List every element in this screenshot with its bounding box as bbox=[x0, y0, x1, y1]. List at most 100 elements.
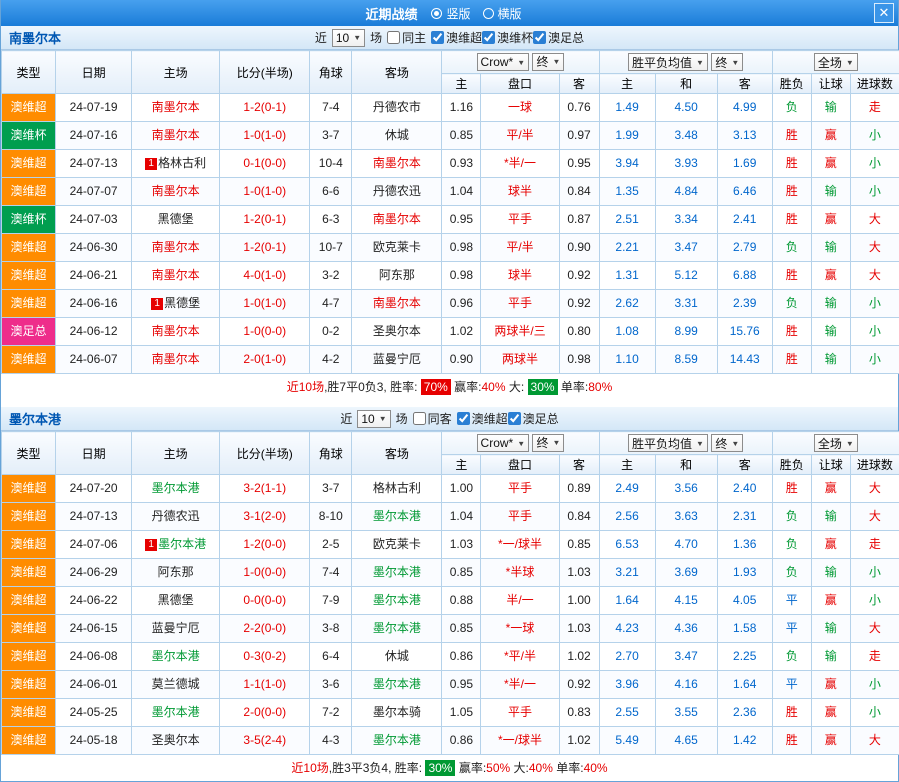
handicap-result-cell: 输 bbox=[811, 615, 850, 643]
away-team-cell: 墨尔本骑 bbox=[352, 699, 442, 727]
home-team-cell: 墨尔本港 bbox=[132, 643, 220, 671]
same-venue-checkbox-input[interactable] bbox=[387, 31, 400, 44]
home-odds-cell: 0.98 bbox=[442, 262, 481, 290]
league-checkbox[interactable]: 澳维超 bbox=[457, 410, 508, 427]
home-odds-cell: 0.85 bbox=[442, 122, 481, 150]
scope-select[interactable]: 全场▼ bbox=[814, 434, 858, 452]
recent-count-select[interactable]: 10▼ bbox=[332, 29, 365, 47]
home-odds-cell: 0.85 bbox=[442, 615, 481, 643]
odds-source-select[interactable]: Crow*▼ bbox=[477, 53, 530, 71]
avg-home-cell: 3.96 bbox=[599, 671, 655, 699]
handicap-cell: 平/半 bbox=[481, 234, 559, 262]
home-odds-cell: 1.16 bbox=[442, 94, 481, 122]
date-cell: 24-06-15 bbox=[56, 615, 132, 643]
handicap-cell: 平手 bbox=[481, 699, 559, 727]
handicap-cell: 平手 bbox=[481, 503, 559, 531]
recent-results-window: 近期战绩 竖版 横版 ✕ 南墨尔本 近 10▼ 场 同主 澳维超澳维杯澳足总 bbox=[0, 0, 899, 782]
home-odds-cell: 1.02 bbox=[442, 318, 481, 346]
table-header-controls-row: 类型 日期 主场 比分(半场) 角球 客场 Crow*▼ 终▼ 胜平负均值▼ 终… bbox=[2, 432, 899, 455]
avg-final-select[interactable]: 终▼ bbox=[711, 53, 743, 71]
league-type-cell: 澳维超 bbox=[2, 150, 56, 178]
summary-segment: 大: bbox=[510, 761, 529, 775]
same-venue-checkbox[interactable]: 同主 bbox=[387, 29, 426, 46]
league-checkbox-input[interactable] bbox=[457, 412, 470, 425]
same-venue-checkbox-input[interactable] bbox=[413, 412, 426, 425]
odds-final-select[interactable]: 终▼ bbox=[532, 434, 564, 452]
avg-draw-cell: 3.93 bbox=[655, 150, 717, 178]
away-odds-cell: 0.76 bbox=[559, 94, 599, 122]
corner-cell: 3-6 bbox=[310, 671, 352, 699]
score-cell: 1-0(0-0) bbox=[220, 318, 310, 346]
goals-result-cell: 小 bbox=[850, 178, 899, 206]
league-checkbox-input[interactable] bbox=[431, 31, 444, 44]
col-handicap: 盘口 bbox=[481, 455, 559, 475]
score-cell: 1-0(1-0) bbox=[220, 122, 310, 150]
summary-segment: 单率: bbox=[553, 761, 584, 775]
home-odds-cell: 1.04 bbox=[442, 178, 481, 206]
score-cell: 1-2(0-1) bbox=[220, 206, 310, 234]
league-type-cell: 澳维超 bbox=[2, 346, 56, 374]
league-checkbox-input[interactable] bbox=[482, 31, 495, 44]
team-name-text: 墨尔本港 bbox=[152, 481, 200, 495]
team-name-text: 墨尔本港 bbox=[158, 537, 206, 551]
col-score: 比分(半场) bbox=[220, 51, 310, 94]
close-button[interactable]: ✕ bbox=[874, 3, 894, 23]
score-cell: 1-2(0-1) bbox=[220, 234, 310, 262]
goals-result-cell: 小 bbox=[850, 671, 899, 699]
away-odds-cell: 0.95 bbox=[559, 150, 599, 178]
avg-home-cell: 4.23 bbox=[599, 615, 655, 643]
summary-line: 近10场,胜7平0负3, 胜率: 70% 赢率:40% 大: 30% 单率:80… bbox=[1, 374, 898, 400]
goals-result-cell: 大 bbox=[850, 503, 899, 531]
league-type-cell: 澳维杯 bbox=[2, 122, 56, 150]
scope-select[interactable]: 全场▼ bbox=[814, 53, 858, 71]
avg-home-cell: 1.49 bbox=[599, 94, 655, 122]
avg-away-cell: 1.69 bbox=[717, 150, 772, 178]
league-checkbox[interactable]: 澳维超 bbox=[431, 29, 482, 46]
score-cell: 2-2(0-0) bbox=[220, 615, 310, 643]
odds-final-select[interactable]: 终▼ bbox=[532, 53, 564, 71]
avg-away-cell: 2.40 bbox=[717, 475, 772, 503]
league-checkbox[interactable]: 澳足总 bbox=[508, 410, 559, 427]
league-checkbox-input[interactable] bbox=[533, 31, 546, 44]
corner-cell: 3-7 bbox=[310, 122, 352, 150]
wdl-result-cell: 负 bbox=[772, 234, 811, 262]
team-name-text: 圣奥尔本 bbox=[152, 733, 200, 747]
away-team-cell: 墨尔本港 bbox=[352, 503, 442, 531]
recent-count-select[interactable]: 10▼ bbox=[357, 410, 390, 428]
date-cell: 24-07-16 bbox=[56, 122, 132, 150]
goals-result-cell: 走 bbox=[850, 643, 899, 671]
home-team-cell: 墨尔本港 bbox=[132, 699, 220, 727]
league-filter-group: 澳维超澳足总 bbox=[457, 410, 559, 428]
away-odds-cell: 1.02 bbox=[559, 727, 599, 755]
match-row: 澳维超24-06-07南墨尔本2-0(1-0)4-2蓝曼宁厄0.90两球半0.9… bbox=[2, 346, 899, 374]
handicap-result-cell: 输 bbox=[811, 94, 850, 122]
league-checkbox-input[interactable] bbox=[508, 412, 521, 425]
home-team-cell: 南墨尔本 bbox=[132, 234, 220, 262]
league-label: 澳维杯 bbox=[497, 29, 533, 46]
chevron-down-icon: ▼ bbox=[517, 439, 525, 447]
league-checkbox[interactable]: 澳维杯 bbox=[482, 29, 533, 46]
avg-odds-select[interactable]: 胜平负均值▼ bbox=[628, 434, 708, 452]
avg-draw-cell: 3.55 bbox=[655, 699, 717, 727]
score-cell: 1-2(0-1) bbox=[220, 94, 310, 122]
corner-cell: 2-5 bbox=[310, 531, 352, 559]
view-mode-vertical[interactable]: 竖版 bbox=[431, 5, 470, 22]
avg-odds-select[interactable]: 胜平负均值▼ bbox=[628, 53, 708, 71]
score-cell: 3-1(2-0) bbox=[220, 503, 310, 531]
avg-home-cell: 1.10 bbox=[599, 346, 655, 374]
avg-final-select[interactable]: 终▼ bbox=[711, 434, 743, 452]
odds-controls: Crow*▼ 终▼ bbox=[442, 432, 599, 455]
league-checkbox[interactable]: 澳足总 bbox=[533, 29, 584, 46]
avg-home-cell: 2.21 bbox=[599, 234, 655, 262]
odds-source-select[interactable]: Crow*▼ bbox=[477, 434, 530, 452]
same-venue-checkbox[interactable]: 同客 bbox=[413, 410, 452, 427]
corner-cell: 4-7 bbox=[310, 290, 352, 318]
col-avg-home: 主 bbox=[599, 74, 655, 94]
wdl-result-cell: 平 bbox=[772, 671, 811, 699]
league-type-cell: 澳维超 bbox=[2, 234, 56, 262]
chevron-down-icon: ▼ bbox=[846, 58, 854, 66]
view-mode-horizontal[interactable]: 横版 bbox=[483, 5, 522, 22]
league-type-cell: 澳维超 bbox=[2, 699, 56, 727]
avg-away-cell: 2.25 bbox=[717, 643, 772, 671]
score-cell: 1-2(0-0) bbox=[220, 531, 310, 559]
